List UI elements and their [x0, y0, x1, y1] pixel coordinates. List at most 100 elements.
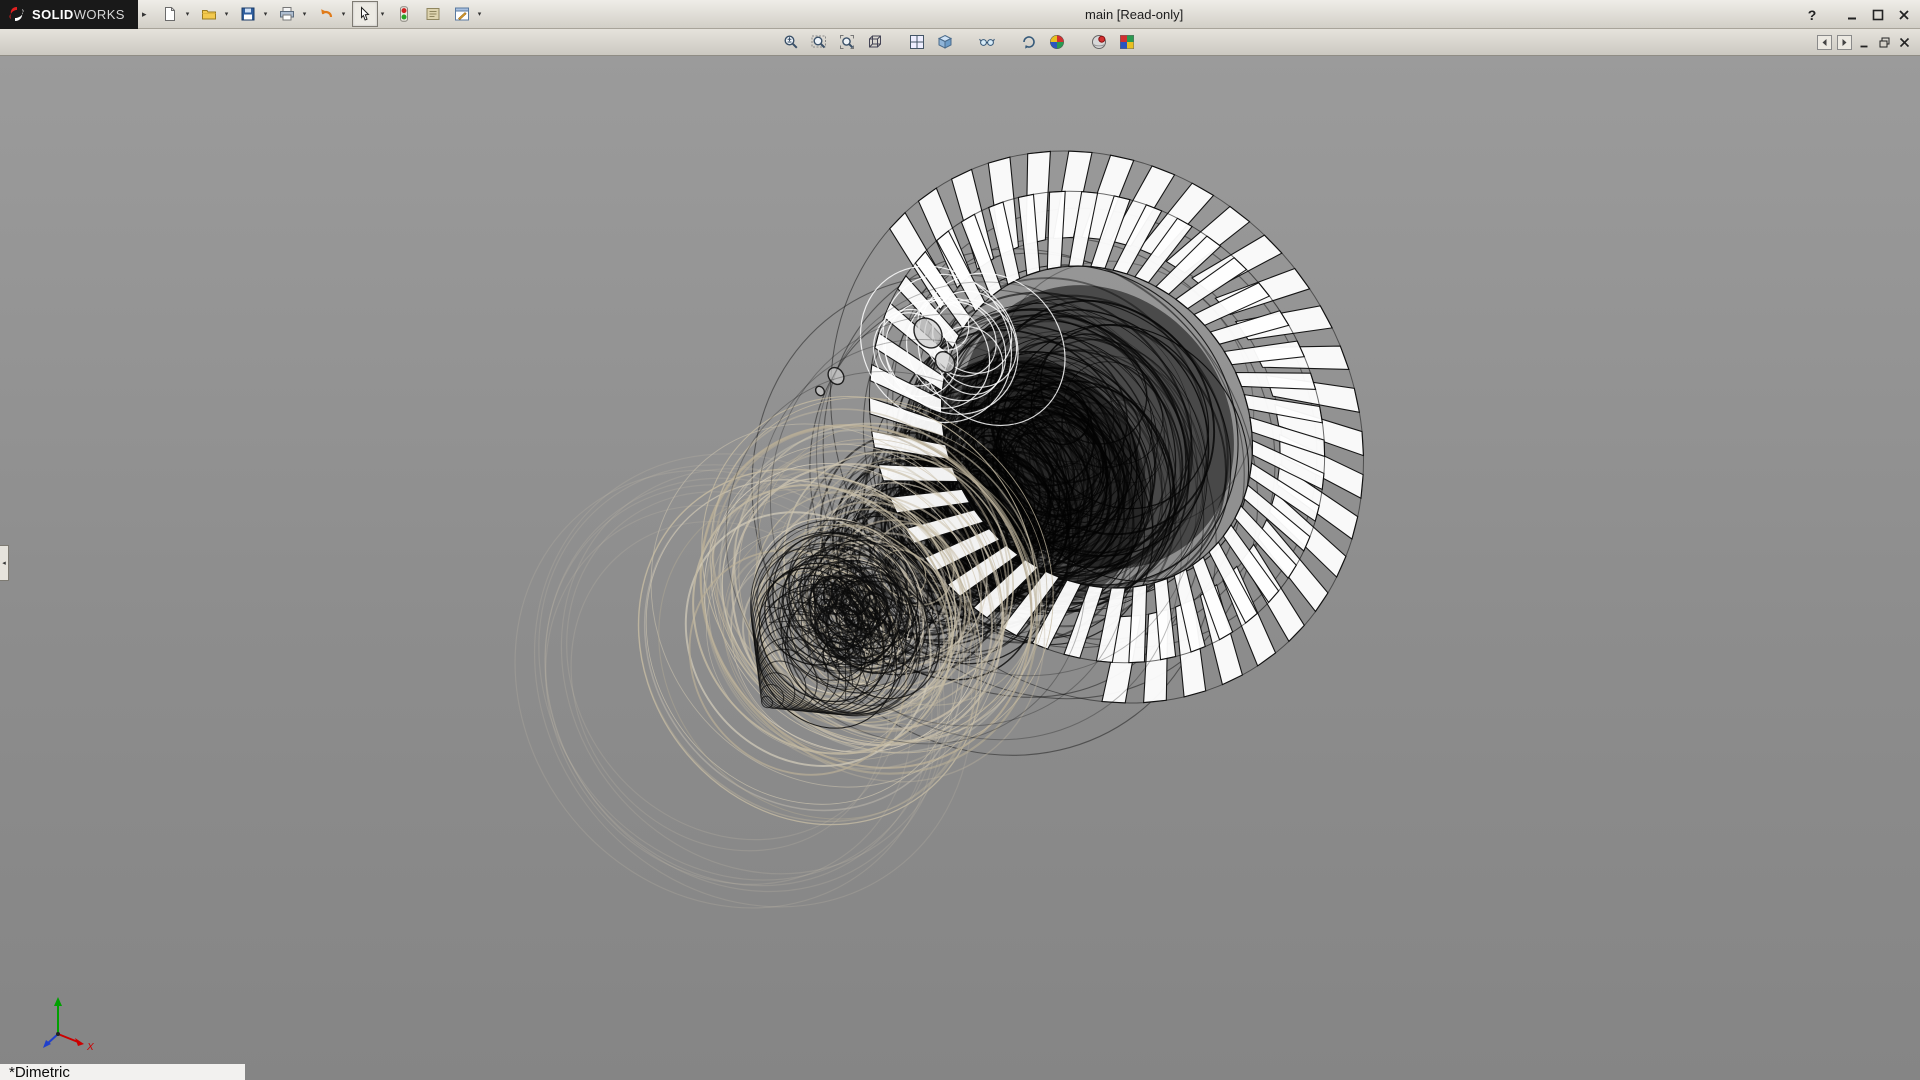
zoom-to-area-button[interactable]	[834, 30, 859, 55]
standard-views-group	[904, 30, 929, 55]
print-dropdown-arrow-icon[interactable]: ▾	[300, 2, 310, 26]
rotate-arrows-icon	[1021, 34, 1037, 50]
window-title: main [Read-only]	[1085, 0, 1183, 29]
minimize-icon	[1845, 8, 1859, 22]
orientation-triad: X	[18, 982, 98, 1062]
brand-bold: SOLID	[32, 7, 74, 22]
orientation-label: *Dimetric	[0, 1064, 245, 1080]
restore-doc-icon	[1878, 36, 1891, 49]
new-doc-icon	[162, 6, 178, 22]
display-style-button[interactable]	[932, 30, 957, 55]
apply-scene-group	[1044, 30, 1069, 55]
shaded-cube-icon	[937, 34, 953, 50]
zoom-in-out-button[interactable]	[778, 30, 803, 55]
open-folder-icon	[201, 6, 217, 22]
main-toolbar: ▾ ▾ ▾ ▾ ▾ ▾ ▾	[157, 0, 488, 28]
titlebar-controls: ?	[1802, 0, 1914, 29]
apply-scene-button[interactable]	[1044, 30, 1069, 55]
minimize-button[interactable]	[1842, 5, 1862, 25]
appearance-palette-icon	[1119, 34, 1135, 50]
y-axis-arrowhead	[54, 997, 62, 1006]
brand-light: WORKS	[74, 7, 125, 22]
view-settings-group	[1086, 30, 1111, 55]
scene-ball-icon	[1049, 34, 1065, 50]
minimize-doc-icon	[1858, 36, 1871, 49]
minimize-document-button[interactable]	[1856, 35, 1872, 51]
eyeglasses-icon	[979, 34, 995, 50]
close-doc-icon	[1898, 36, 1911, 49]
restore-document-button[interactable]	[1876, 35, 1892, 51]
view-toolbar	[778, 29, 1142, 55]
zoom-to-fit-group	[806, 30, 831, 55]
view-settings-button[interactable]	[1086, 30, 1111, 55]
save-group: ▾	[235, 1, 271, 27]
open-dropdown-arrow-icon[interactable]: ▾	[222, 2, 232, 26]
views-grid-icon	[909, 34, 925, 50]
options-group	[420, 1, 446, 27]
sketch-sheet-icon	[454, 6, 470, 22]
next-window-icon	[1837, 35, 1852, 50]
view-orientation-group	[862, 30, 887, 55]
close-document-button[interactable]	[1896, 35, 1912, 51]
close-button[interactable]	[1894, 5, 1914, 25]
new-document-dropdown-arrow-icon[interactable]: ▾	[183, 2, 193, 26]
feature-panel-collapse-tab[interactable]: ◂	[0, 545, 9, 581]
undo-icon	[318, 6, 334, 22]
view-toolbar-row	[0, 29, 1920, 56]
solidworks-window: SOLIDWORKS ▸ ▾▾▾▾▾▾▾ main [Read-only] ? …	[0, 0, 1920, 1080]
undo-button[interactable]	[313, 1, 339, 27]
select-dropdown-arrow-icon[interactable]: ▾	[378, 2, 388, 26]
engine-wireframe-model	[0, 56, 1920, 1080]
triad-origin	[56, 1032, 60, 1036]
options-button[interactable]	[420, 1, 446, 27]
hide-show-items-button[interactable]	[974, 30, 999, 55]
menu-expand-arrow-icon[interactable]: ▸	[142, 9, 147, 20]
save-icon	[240, 6, 256, 22]
save-dropdown-arrow-icon[interactable]: ▾	[261, 2, 271, 26]
rebuild-button[interactable]	[391, 1, 417, 27]
print-group: ▾	[274, 1, 310, 27]
open-button[interactable]	[196, 1, 222, 27]
orientation-text: *Dimetric	[9, 1064, 70, 1080]
select-arrow-icon	[357, 6, 373, 22]
edit-appearance-button[interactable]	[1114, 30, 1139, 55]
prev-window-icon	[1817, 35, 1832, 50]
next-view-button[interactable]	[1836, 35, 1852, 51]
select-button[interactable]	[352, 1, 378, 27]
print-button[interactable]	[274, 1, 300, 27]
view-orientation-button[interactable]	[862, 30, 887, 55]
save-button[interactable]	[235, 1, 261, 27]
x-axis-label: X	[86, 1042, 94, 1053]
standard-views-button[interactable]	[904, 30, 929, 55]
view-cube-icon	[867, 34, 883, 50]
sketch-button[interactable]	[449, 1, 475, 27]
help-button[interactable]: ?	[1802, 5, 1822, 25]
render-sphere-icon	[1091, 34, 1107, 50]
dassault-systemes-icon	[7, 5, 27, 23]
select-group: ▾	[352, 1, 388, 27]
graphics-viewport[interactable]: X ◂ *Dimetric	[0, 56, 1920, 1080]
maximize-button[interactable]	[1868, 5, 1888, 25]
print-icon	[279, 6, 295, 22]
zoom-fit-icon	[811, 34, 827, 50]
options-notebook-icon	[425, 6, 441, 22]
rotate-view-group	[1016, 30, 1041, 55]
previous-view-button[interactable]	[1816, 35, 1832, 51]
help-icon: ?	[1808, 7, 1817, 23]
display-style-group	[932, 30, 957, 55]
rebuild-group	[391, 1, 417, 27]
sketch-group: ▾	[449, 1, 485, 27]
rotate-view-button[interactable]	[1016, 30, 1041, 55]
zoom-area-icon	[839, 34, 855, 50]
undo-group: ▾	[313, 1, 349, 27]
sketch-dropdown-arrow-icon[interactable]: ▾	[475, 2, 485, 26]
zoom-to-fit-button[interactable]	[806, 30, 831, 55]
new-document-button[interactable]	[157, 1, 183, 27]
close-icon	[1897, 8, 1911, 22]
titlebar: SOLIDWORKS ▸ ▾ ▾ ▾ ▾ ▾ ▾ ▾ main [Read-only] ?	[0, 0, 1920, 29]
new-document-group: ▾	[157, 1, 193, 27]
zoom-in-out-icon	[783, 34, 799, 50]
maximize-icon	[1871, 8, 1885, 22]
open-group: ▾	[196, 1, 232, 27]
undo-dropdown-arrow-icon[interactable]: ▾	[339, 2, 349, 26]
